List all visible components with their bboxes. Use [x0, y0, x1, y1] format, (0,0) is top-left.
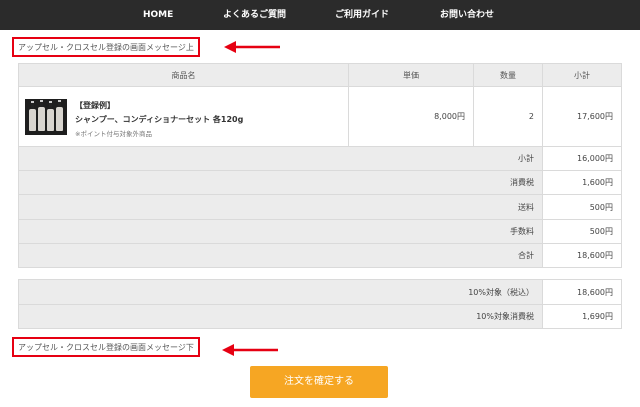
summary-row-total: 合計 18,600円 — [18, 243, 622, 268]
tax-label: 10%対象（税込） — [18, 279, 543, 305]
product-tag: 【登録例】 — [75, 101, 115, 110]
upsell-message-top: アップセル・クロスセル登録の画面メッセージ上 — [12, 37, 200, 57]
header-product: 商品名 — [18, 63, 349, 87]
tax-value: 1,690円 — [542, 304, 622, 329]
summary-row-subtotal: 小計 16,000円 — [18, 146, 622, 171]
quantity: 2 — [473, 86, 543, 147]
summary-row-shipping: 送料 500円 — [18, 194, 622, 220]
summary-value: 500円 — [542, 219, 622, 244]
tax-row: 10%対象消費税 1,690円 — [18, 304, 622, 329]
summary-value: 1,600円 — [542, 170, 622, 195]
tax-value: 18,600円 — [542, 279, 622, 305]
upsell-message-bottom: アップセル・クロスセル登録の画面メッセージ下 — [12, 337, 200, 357]
header-quantity: 数量 — [473, 63, 543, 87]
top-navigation: HOME よくあるご質問 ご利用ガイド お問い合わせ — [0, 0, 640, 30]
header-unit-price: 単価 — [348, 63, 474, 87]
summary-label: 手数料 — [18, 219, 543, 244]
summary-label: 小計 — [18, 146, 543, 171]
summary-value: 16,000円 — [542, 146, 622, 171]
nav-guide[interactable]: ご利用ガイド — [335, 0, 389, 30]
summary-label: 送料 — [18, 194, 543, 220]
product-image — [25, 99, 67, 135]
tax-table: 10%対象（税込） 18,600円 10%対象消費税 1,690円 — [18, 279, 622, 329]
arrow-left-icon — [222, 344, 278, 356]
product-cell: 【登録例】 シャンプー、コンディショナーセット 各120g ※ポイント付与対象外… — [18, 86, 349, 147]
summary-value: 18,600円 — [542, 243, 622, 268]
summary-value: 500円 — [542, 194, 622, 220]
product-name: シャンプー、コンディショナーセット 各120g — [75, 115, 244, 124]
nav-home[interactable]: HOME — [143, 0, 173, 30]
product-note: ※ポイント付与対象外商品 — [75, 130, 152, 138]
nav-faq[interactable]: よくあるご質問 — [223, 0, 286, 30]
tax-row: 10%対象（税込） 18,600円 — [18, 279, 622, 305]
summary-row-fee: 手数料 500円 — [18, 219, 622, 244]
arrow-left-icon — [224, 41, 280, 53]
cart-table: 商品名 単価 数量 小計 【登録例】 シャンプー、コンディショナーセット 各12… — [18, 63, 622, 268]
nav-contact[interactable]: お問い合わせ — [440, 0, 494, 30]
summary-label: 合計 — [18, 243, 543, 268]
tax-label: 10%対象消費税 — [18, 304, 543, 329]
summary-label: 消費税 — [18, 170, 543, 195]
summary-row-tax: 消費税 1,600円 — [18, 170, 622, 195]
confirm-order-button[interactable]: 注文を確定する — [250, 366, 388, 398]
table-row: 【登録例】 シャンプー、コンディショナーセット 各120g ※ポイント付与対象外… — [18, 86, 622, 147]
line-subtotal: 17,600円 — [542, 86, 622, 147]
header-subtotal: 小計 — [542, 63, 622, 87]
unit-price: 8,000円 — [348, 86, 474, 147]
